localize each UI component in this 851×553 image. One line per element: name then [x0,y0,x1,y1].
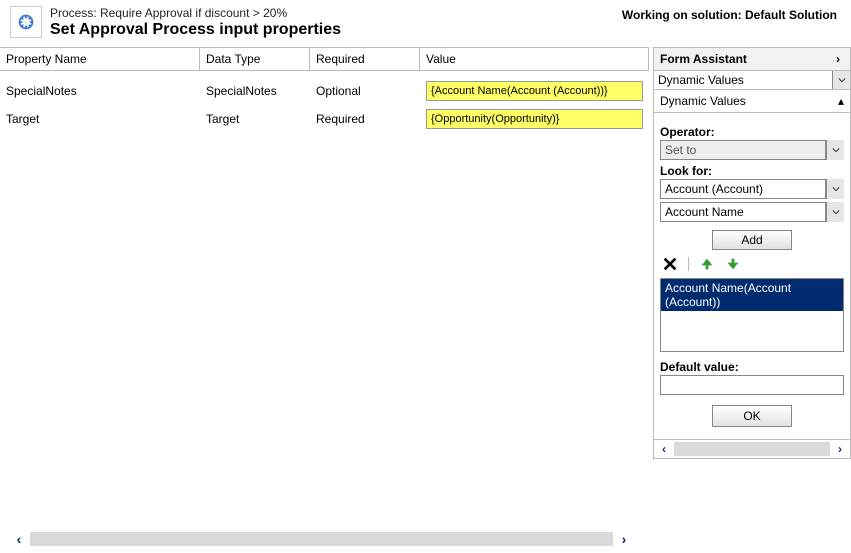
col-required[interactable]: Required [310,48,420,70]
chevron-right-icon: › [832,52,844,66]
scroll-track[interactable] [30,532,613,546]
col-value[interactable]: Value [420,48,649,70]
scroll-left-icon[interactable]: ‹ [656,442,672,456]
right-scrollbar[interactable]: ‹ › [653,440,851,459]
property-row: Target Target Required [0,105,649,133]
col-data-type[interactable]: Data Type [200,48,310,70]
cell-data-type: Target [200,112,310,126]
operator-select[interactable] [660,140,826,160]
dropdown-icon[interactable] [832,71,850,89]
value-input[interactable] [426,81,643,101]
ok-button[interactable]: OK [712,405,792,427]
cell-required: Optional [310,84,420,98]
list-item[interactable]: Account Name(Account (Account)) [661,279,843,311]
add-button[interactable]: Add [712,230,792,250]
col-property-name[interactable]: Property Name [0,48,200,70]
form-assistant-title: Form Assistant [660,52,747,66]
dropdown-icon[interactable] [826,202,844,222]
column-headers: Property Name Data Type Required Value [0,47,649,71]
cell-property-name: SpecialNotes [0,84,200,98]
cell-data-type: SpecialNotes [200,84,310,98]
default-value-input[interactable] [660,375,844,395]
lookfor-entity-select[interactable] [660,179,826,199]
property-row: SpecialNotes SpecialNotes Optional [0,77,649,105]
move-up-icon[interactable] [699,256,715,272]
scroll-left-icon[interactable]: ‹ [10,531,28,547]
mode-select[interactable]: Dynamic Values [653,70,851,90]
collapse-icon: ▴ [838,94,844,108]
solution-label: Working on solution: Default Solution [622,8,837,22]
dropdown-icon[interactable] [826,179,844,199]
scroll-right-icon[interactable]: › [615,531,633,547]
cell-property-name: Target [0,112,200,126]
form-assistant-header[interactable]: Form Assistant › [653,47,851,70]
page-title: Set Approval Process input properties [50,21,841,39]
default-value-label: Default value: [660,360,844,374]
section-label: Dynamic Values [660,94,746,108]
value-input[interactable] [426,109,643,129]
lookfor-label: Look for: [660,164,844,178]
lookfor-attr-select[interactable] [660,202,826,222]
mode-select-value: Dynamic Values [654,71,832,89]
separator [688,257,689,271]
scroll-right-icon[interactable]: › [832,442,848,456]
remove-icon[interactable] [662,256,678,272]
bottom-scrollbar[interactable]: ‹ › [10,531,633,547]
dropdown-icon[interactable] [826,140,844,160]
move-down-icon[interactable] [725,256,741,272]
operator-label: Operator: [660,125,844,139]
dynamic-values-section[interactable]: Dynamic Values ▴ [653,90,851,113]
selected-list[interactable]: Account Name(Account (Account)) [660,278,844,352]
cell-required: Required [310,112,420,126]
scroll-track[interactable] [674,442,830,456]
process-icon [10,6,42,38]
